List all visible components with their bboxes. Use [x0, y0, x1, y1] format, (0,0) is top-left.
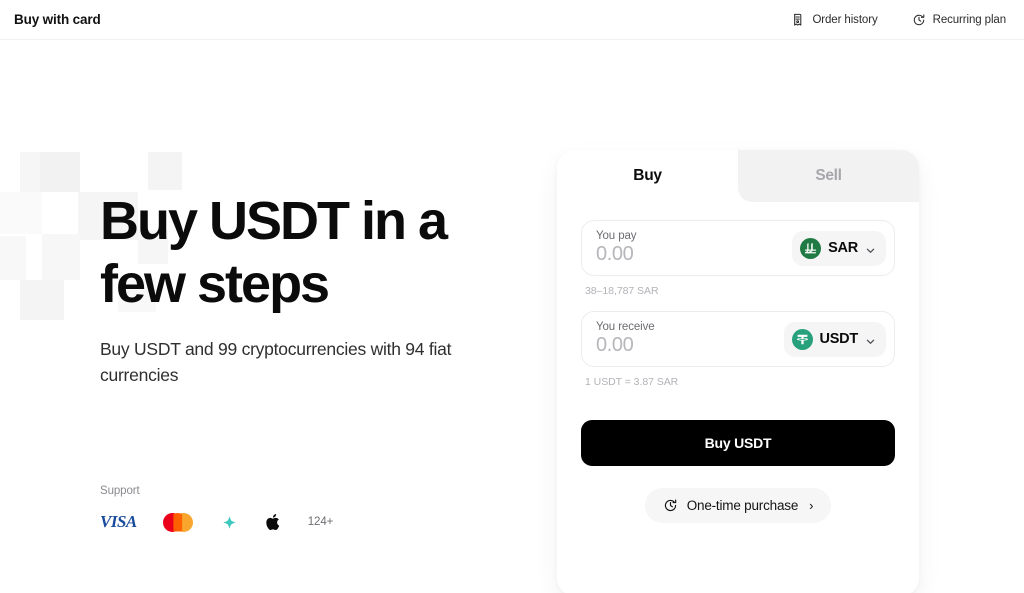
- visa-logo-text: VISA: [100, 512, 137, 531]
- hero-title: Buy USDT in a few steps: [100, 190, 530, 315]
- support-label: Support: [100, 485, 140, 497]
- pay-currency-code: SAR: [828, 240, 858, 256]
- widget-tabs: Buy Sell: [557, 150, 919, 202]
- recurring-plan-label: Recurring plan: [932, 13, 1006, 26]
- one-time-purchase-label: One-time purchase: [686, 498, 799, 513]
- receive-currency-selector[interactable]: USDT: [783, 321, 886, 357]
- hero-title-line-2: few steps: [100, 253, 330, 314]
- chevron-down-icon: [865, 334, 876, 345]
- buy-sell-widget: Buy Sell You pay 0.00 SAR 38–18,787 SAR …: [557, 150, 919, 593]
- you-pay-field[interactable]: You pay SAR: [581, 220, 895, 276]
- clock-rotate-icon: [663, 498, 678, 513]
- you-receive-input[interactable]: [596, 334, 746, 357]
- mosaic-square: [0, 192, 42, 234]
- mosaic-square: [40, 152, 80, 192]
- top-bar-actions: Order history Recurring plan: [791, 13, 1010, 27]
- page-title: Buy with card: [14, 12, 101, 27]
- mosaic-square: [148, 152, 182, 190]
- you-pay-left: You pay: [596, 230, 746, 266]
- you-pay-label: You pay: [596, 230, 637, 242]
- you-receive-field[interactable]: You receive USDT: [581, 311, 895, 367]
- exchange-rate-hint: 1 USDT = 3.87 SAR: [585, 376, 679, 388]
- hero-subtitle: Buy USDT and 99 cryptocurrencies with 94…: [100, 339, 452, 386]
- usdt-coin-icon: [791, 328, 813, 350]
- purchase-mode-row: One-time purchase ›: [581, 488, 895, 523]
- hero-section: Buy USDT in a few steps Buy USDT and 99 …: [100, 190, 530, 389]
- apple-icon: [266, 514, 279, 531]
- field-spacer: [581, 297, 895, 311]
- mosaic-square: [42, 234, 80, 280]
- chevron-down-icon: [865, 243, 876, 254]
- provider-star-icon: [223, 515, 236, 529]
- tab-sell[interactable]: Sell: [738, 150, 919, 202]
- receive-currency-code: USDT: [819, 331, 859, 347]
- you-receive-label: You receive: [596, 321, 655, 333]
- payment-provider-logo: [219, 511, 240, 533]
- buy-usdt-button[interactable]: Buy USDT: [581, 420, 895, 466]
- support-more-count: 124+: [307, 516, 334, 528]
- tab-buy[interactable]: Buy: [557, 150, 738, 202]
- widget-body: You pay SAR: [557, 202, 919, 523]
- one-time-purchase-button[interactable]: One-time purchase ›: [644, 488, 832, 523]
- recurring-plan-button[interactable]: Recurring plan: [912, 13, 1006, 27]
- order-history-label: Order history: [812, 13, 878, 26]
- you-pay-limits-hint: 38–18,787 SAR: [585, 285, 659, 297]
- page-stage: Buy USDT in a few steps Buy USDT and 99 …: [0, 40, 1024, 593]
- sar-coin-icon: [800, 237, 822, 259]
- mastercard-logo: [162, 511, 193, 533]
- receipt-icon: [791, 13, 805, 27]
- top-bar: Buy with card Order history Recurring pl…: [0, 0, 1024, 40]
- support-icons: VISA 124+: [100, 511, 333, 533]
- support-section: Support VISA 124+: [100, 485, 333, 533]
- pay-currency-selector[interactable]: SAR: [792, 230, 886, 266]
- you-pay-input[interactable]: [596, 243, 746, 266]
- mosaic-square: [20, 280, 64, 320]
- mosaic-square: [0, 236, 26, 280]
- apple-pay-logo: [266, 511, 282, 533]
- you-receive-left: You receive: [596, 321, 746, 357]
- mastercard-icon: [162, 512, 193, 532]
- order-history-button[interactable]: Order history: [791, 13, 878, 27]
- visa-logo: VISA: [100, 511, 137, 533]
- hero-title-line-1: Buy USDT in a: [100, 191, 448, 251]
- clock-rotate-icon: [912, 13, 926, 27]
- chevron-right-icon: ›: [809, 498, 814, 513]
